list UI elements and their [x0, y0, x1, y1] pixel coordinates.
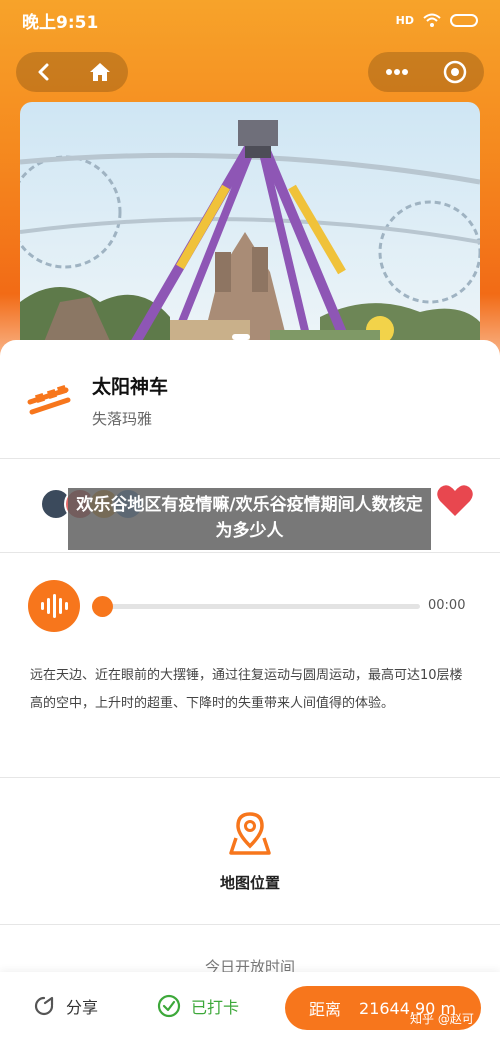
- audio-duration: 00:00: [428, 598, 466, 613]
- favorite-heart-icon[interactable]: [436, 484, 474, 518]
- pendulum-ride-image: [20, 102, 480, 352]
- close-target-icon[interactable]: [443, 60, 467, 84]
- checkin-label: 已打卡: [191, 998, 240, 1017]
- map-location-icon[interactable]: [228, 810, 272, 856]
- nav-right-pill: [368, 52, 484, 92]
- audio-progress-knob[interactable]: [92, 596, 113, 617]
- wifi-icon: [423, 13, 441, 27]
- ride-name: 太阳神车: [92, 376, 169, 398]
- checkin-button[interactable]: 已打卡: [157, 994, 239, 1018]
- divider: [0, 924, 500, 925]
- divider: [0, 458, 500, 459]
- share-icon: [34, 996, 54, 1016]
- share-button[interactable]: 分享: [32, 994, 98, 1018]
- distance-label: 距离: [309, 1000, 342, 1019]
- audio-play-button[interactable]: [28, 580, 80, 632]
- back-icon[interactable]: [34, 62, 54, 82]
- sound-wave-icon: [41, 594, 68, 618]
- map-location-label[interactable]: 地图位置: [0, 872, 500, 893]
- status-icons: HD: [396, 12, 478, 28]
- battery-icon: [450, 13, 478, 27]
- article-title-overlay: 欢乐谷地区有疫情嘛/欢乐谷疫情期间人数核定为多少人: [68, 488, 431, 550]
- divider: [0, 777, 500, 778]
- nav-left-pill: [16, 52, 128, 92]
- roller-coaster-icon: [27, 384, 71, 415]
- ride-area: 失落玛雅: [92, 410, 153, 428]
- more-icon[interactable]: [385, 68, 409, 76]
- zhihu-watermark: 知乎 @赵可: [410, 1012, 474, 1026]
- ride-description: 远在天边、近在眼前的大摆锤，通过往复运动与圆周运动，最高可达10层楼高的空中，上…: [30, 668, 463, 711]
- divider: [0, 552, 500, 553]
- home-icon[interactable]: [89, 62, 111, 82]
- audio-progress-track[interactable]: [100, 604, 420, 609]
- ride-photo[interactable]: [20, 102, 480, 352]
- signal-icon: HD: [395, 13, 414, 27]
- status-bar: 晚上9:51 HD: [0, 0, 500, 40]
- check-circle-icon: [157, 994, 181, 1018]
- status-time: 晚上9:51: [22, 12, 99, 33]
- share-label: 分享: [66, 998, 99, 1017]
